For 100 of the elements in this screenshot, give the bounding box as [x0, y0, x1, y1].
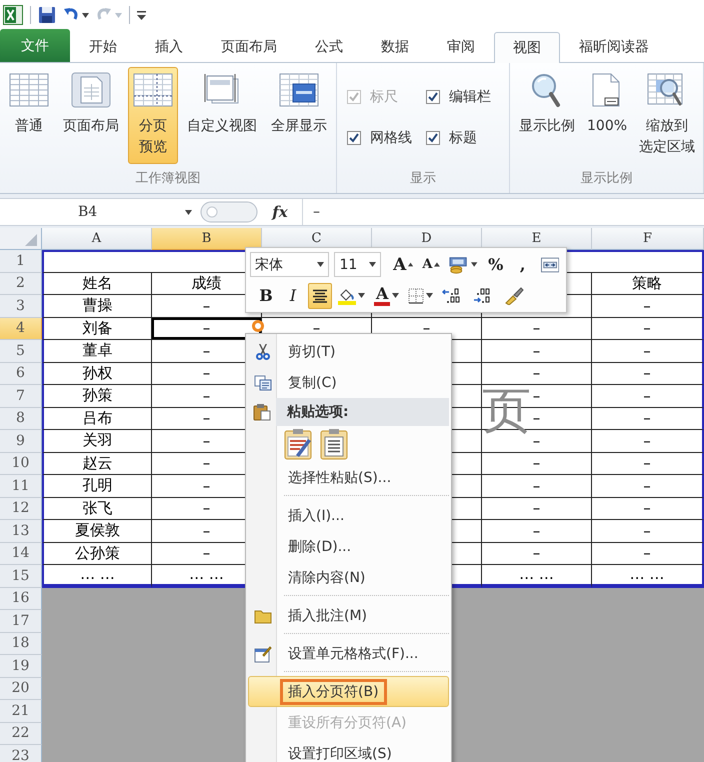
paste-icon[interactable]	[320, 428, 350, 460]
grow-font-button[interactable]: A	[390, 252, 416, 278]
menu-item-label: 插入批注(M)	[287, 606, 368, 626]
spreadsheet-app-icon[interactable]	[3, 5, 23, 25]
menu-item[interactable]: 插入分页符(B)	[248, 676, 449, 707]
menu-item[interactable]: 设置打印区域(S)	[248, 738, 449, 762]
shrink-font-button[interactable]: A	[419, 252, 444, 278]
table-cell: –	[482, 452, 592, 475]
zoom-button[interactable]: 显示比例	[514, 67, 580, 164]
zoom-button[interactable]: 100%	[582, 67, 632, 164]
row-header[interactable]: 13	[0, 520, 42, 542]
row-header[interactable]: 4	[0, 318, 42, 340]
checkbox[interactable]	[426, 131, 440, 145]
group-title: 工作簿视图	[134, 170, 202, 188]
comma-button[interactable]: ,	[510, 252, 535, 278]
menu-item[interactable]: 设置单元格格式(F)...	[248, 638, 449, 669]
ribbon-tab[interactable]: 视图	[494, 32, 560, 63]
row-header[interactable]: 10	[0, 452, 42, 475]
row-header[interactable]: 17	[0, 610, 42, 632]
ribbon-tab[interactable]: 公式	[296, 31, 362, 62]
column-header[interactable]: A	[42, 228, 152, 250]
row-header[interactable]: 21	[0, 700, 42, 722]
table-cell: –	[592, 498, 704, 520]
checkbox-label: 编辑栏	[449, 88, 491, 106]
table-cell: –	[482, 542, 592, 565]
font-color-button[interactable]: A	[371, 282, 402, 308]
ribbon-tab[interactable]: 插入	[136, 31, 202, 62]
row-header[interactable]: 7	[0, 385, 42, 408]
align-center-button[interactable]	[308, 282, 332, 308]
full-screen-icon	[279, 72, 319, 108]
checkbox[interactable]	[347, 131, 361, 145]
menu-item-label: 选择性粘贴(S)...	[287, 468, 392, 488]
row-header[interactable]: 14	[0, 542, 42, 565]
caret-icon	[317, 262, 324, 267]
ribbon-tab[interactable]: 开始	[70, 31, 136, 62]
paintbrush-icon	[504, 286, 524, 304]
italic-button[interactable]: I	[281, 282, 305, 308]
row-header[interactable]: 3	[0, 295, 42, 318]
row-header[interactable]: 1	[0, 250, 42, 272]
copy-icon	[254, 374, 272, 390]
view-button[interactable]: 全屏显示	[266, 67, 332, 164]
view-button-label: 分页 预览	[139, 117, 167, 157]
font-size-select[interactable]: 11	[334, 252, 382, 277]
checkbox-label: 标题	[449, 129, 477, 147]
row-header[interactable]: 22	[0, 722, 42, 745]
ribbon-tab[interactable]: 审阅	[428, 31, 494, 62]
caret-icon	[434, 262, 440, 267]
row-header[interactable]: 16	[0, 588, 42, 610]
row-header[interactable]: 23	[0, 745, 42, 762]
table-cell: –	[482, 362, 592, 385]
file-tab[interactable]: 文件	[0, 29, 70, 62]
row-header[interactable]: 11	[0, 475, 42, 498]
table-cell: 姓名	[42, 272, 152, 295]
row-header[interactable]: 5	[0, 340, 42, 362]
scissors-icon	[254, 342, 272, 362]
row-header[interactable]: 2	[0, 272, 42, 295]
view-button[interactable]: 自定义视图	[182, 67, 262, 164]
table-cell: –	[482, 318, 592, 340]
menu-item-label: 重设所有分页符(A)	[287, 714, 408, 732]
zoom-button-label: 缩放到 选定区域	[639, 117, 696, 157]
row-header[interactable]: 19	[0, 655, 42, 678]
row-header[interactable]: 6	[0, 362, 42, 385]
table-cell: –	[592, 542, 704, 565]
fill-color-icon	[338, 286, 356, 304]
money-icon	[449, 256, 470, 274]
row-header[interactable]: 8	[0, 408, 42, 430]
view-button[interactable]: 普通	[4, 67, 54, 164]
page-icon	[71, 72, 111, 108]
row-header[interactable]: 18	[0, 632, 42, 655]
row-header[interactable]: 15	[0, 565, 42, 588]
formula-input[interactable]: –	[302, 199, 704, 225]
font-select[interactable]: 宋体	[250, 252, 330, 277]
zoom-button[interactable]: 缩放到 选定区域	[634, 67, 700, 164]
checkbox[interactable]	[426, 90, 440, 104]
ribbon-tab[interactable]: 福昕阅读器	[560, 31, 668, 62]
paste-formatting-icon[interactable]	[284, 428, 314, 460]
menu-item[interactable]: 插入批注(M)	[248, 600, 449, 631]
caret-icon	[115, 12, 122, 18]
table-cell: –	[592, 520, 704, 542]
view-button[interactable]: 页面布局	[58, 67, 124, 164]
table-cell: 孙策	[42, 385, 152, 408]
row-header[interactable]: 9	[0, 430, 42, 452]
column-header[interactable]: F	[592, 228, 704, 250]
resize-handle-icon[interactable]	[200, 201, 258, 223]
merge-icon	[540, 256, 559, 272]
table-cell: –	[592, 452, 704, 475]
save-icon[interactable]	[38, 6, 56, 24]
column-header[interactable]: B	[152, 228, 262, 250]
view-button[interactable]: 分页 预览	[128, 67, 178, 164]
ribbon-tab[interactable]: 页面布局	[202, 31, 296, 62]
row-header[interactable]: 20	[0, 678, 42, 700]
row-header[interactable]: 12	[0, 498, 42, 520]
table-cell: –	[592, 362, 704, 385]
insert-function-button[interactable]: fx	[258, 203, 302, 221]
percent-button[interactable]: %	[484, 252, 508, 278]
ribbon-tab[interactable]: 数据	[362, 31, 428, 62]
name-box[interactable]: B4	[0, 199, 200, 225]
menu-item-label: 插入(I)...	[287, 506, 346, 526]
customize-icon[interactable]	[137, 9, 146, 21]
clipboard-icon	[253, 403, 271, 421]
